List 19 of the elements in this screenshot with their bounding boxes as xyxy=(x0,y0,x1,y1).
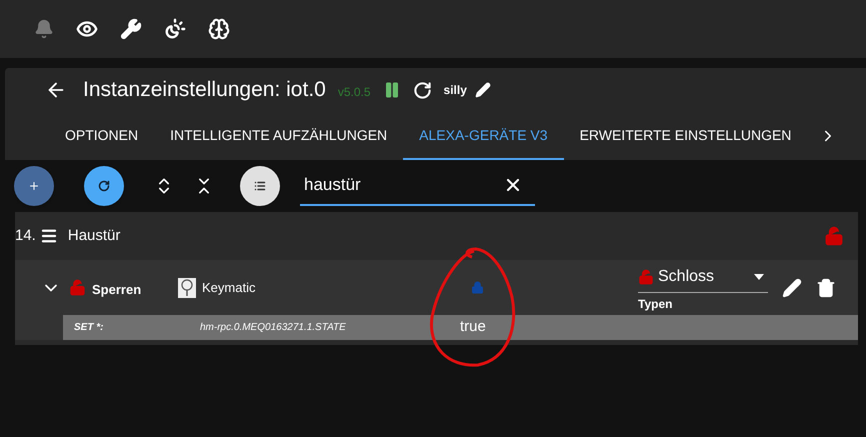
page-title: Instanzeinstellungen: iot.0 xyxy=(83,77,326,104)
type-value: Schloss xyxy=(658,267,714,287)
search-field[interactable]: haustür xyxy=(300,166,535,206)
device-name: Sperren xyxy=(92,280,142,299)
type-label: Typen xyxy=(638,296,674,312)
type-select[interactable]: Schloss xyxy=(638,262,768,292)
search-input[interactable]: haustür xyxy=(304,172,503,198)
tab[interactable]: ALEXA-GERÄTE V3 xyxy=(403,112,564,160)
log-level: silly xyxy=(444,82,467,99)
device-type: Keymatic xyxy=(202,278,256,297)
tab[interactable]: OPTIONEN xyxy=(49,112,154,160)
tab[interactable]: INTELLIGENTE AUFZÄHLUNGEN xyxy=(154,112,404,160)
group-name: Haustür xyxy=(68,226,120,246)
version-label: v5.0.5 xyxy=(338,84,371,101)
group-number: 14. xyxy=(15,226,36,246)
state-value: true xyxy=(460,317,486,338)
state-label: SET *: xyxy=(74,321,104,335)
tab[interactable]: ERWEITERTE EINSTELLUNGEN xyxy=(564,112,808,160)
state-id: hm-rpc.0.MEQ0163271.1.STATE xyxy=(200,321,347,335)
